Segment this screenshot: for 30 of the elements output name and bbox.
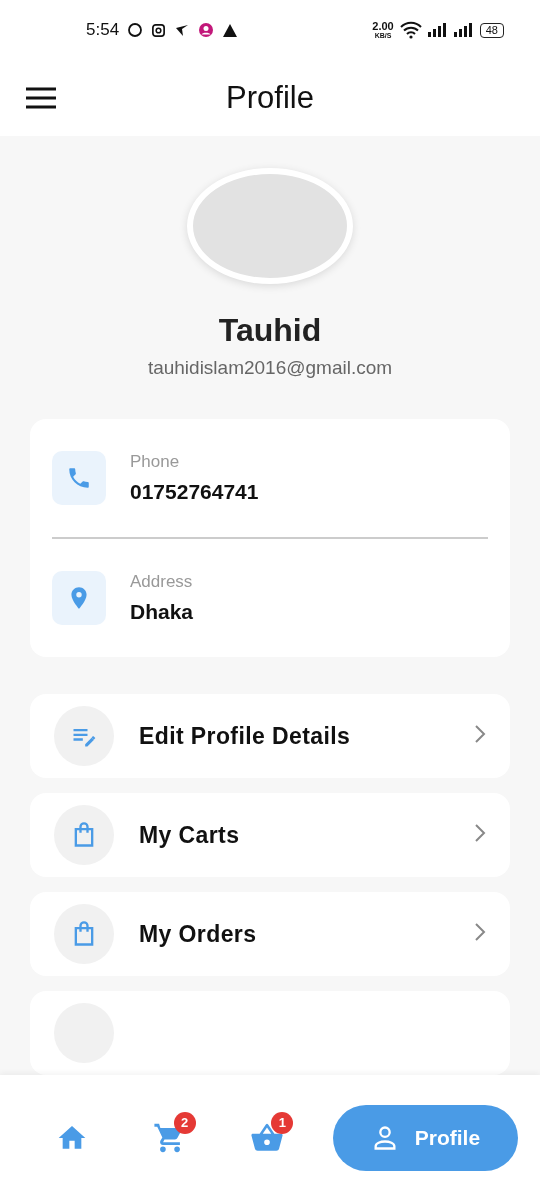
menu-item[interactable]: My Carts: [30, 793, 510, 877]
field-label: Address: [130, 572, 194, 592]
basket-tab[interactable]: 1: [235, 1105, 300, 1170]
clock-time: 5:54: [86, 20, 120, 40]
user-email: tauhidislam2016@gmail.com: [147, 357, 393, 379]
count-badge: 1: [271, 1111, 294, 1134]
chevron-right-icon: [474, 922, 486, 942]
user-name: Tauhid: [218, 312, 322, 349]
wifi-icon: [399, 21, 422, 39]
field-value: 01752764741: [130, 480, 259, 504]
chevron-right-icon: [474, 724, 486, 744]
battery-level: 48: [479, 22, 504, 38]
signal-icon: [453, 23, 474, 37]
menu-item[interactable]: My Orders: [30, 892, 510, 976]
avatar-badge-icon: [198, 22, 215, 38]
page-title: Profile: [226, 80, 314, 115]
phone-icon: [66, 465, 92, 491]
chat-bubble-icon: [127, 22, 144, 38]
menu-button[interactable]: [26, 87, 56, 109]
signal-icon: [427, 23, 448, 37]
count-badge: 2: [173, 1111, 196, 1134]
field-label: Phone: [130, 452, 181, 472]
camera-icon: [151, 22, 167, 38]
menu-icon: [26, 87, 56, 109]
cart-tab[interactable]: 2: [137, 1105, 202, 1170]
menu-item[interactable]: Edit Profile Details: [30, 694, 510, 778]
warning-icon: [222, 22, 239, 38]
field-value: Dhaka: [130, 600, 194, 624]
network-speed: 2.00: [372, 21, 394, 32]
chevron-right-icon: [474, 823, 486, 843]
